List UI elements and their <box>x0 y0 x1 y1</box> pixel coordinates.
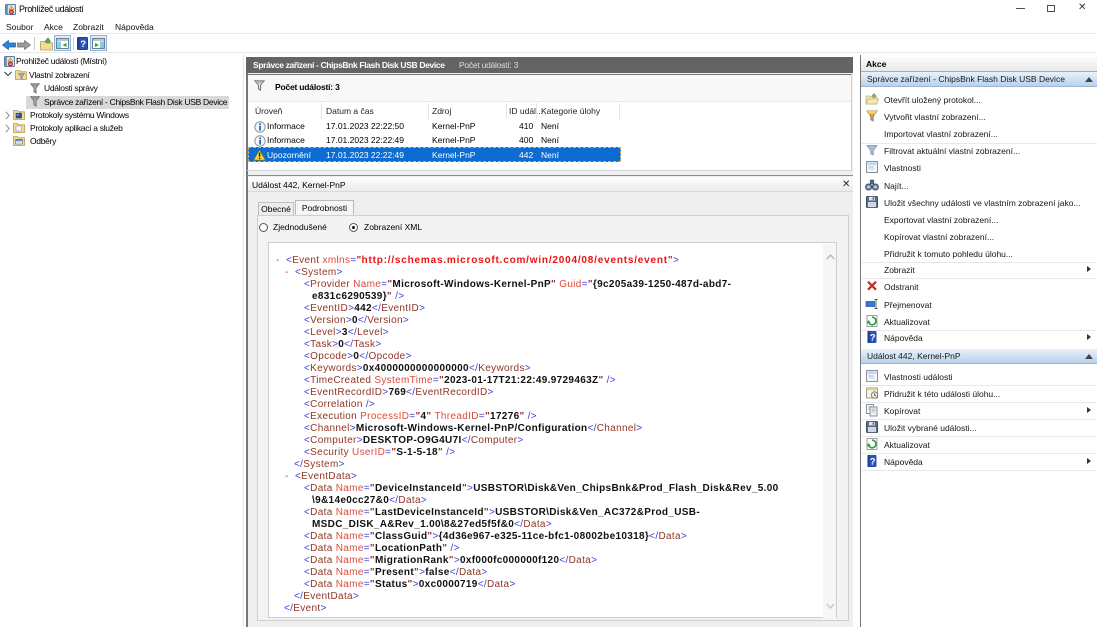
svg-text:?: ? <box>80 39 86 50</box>
svg-text:?: ? <box>870 333 876 344</box>
svg-text:?: ? <box>870 457 876 468</box>
